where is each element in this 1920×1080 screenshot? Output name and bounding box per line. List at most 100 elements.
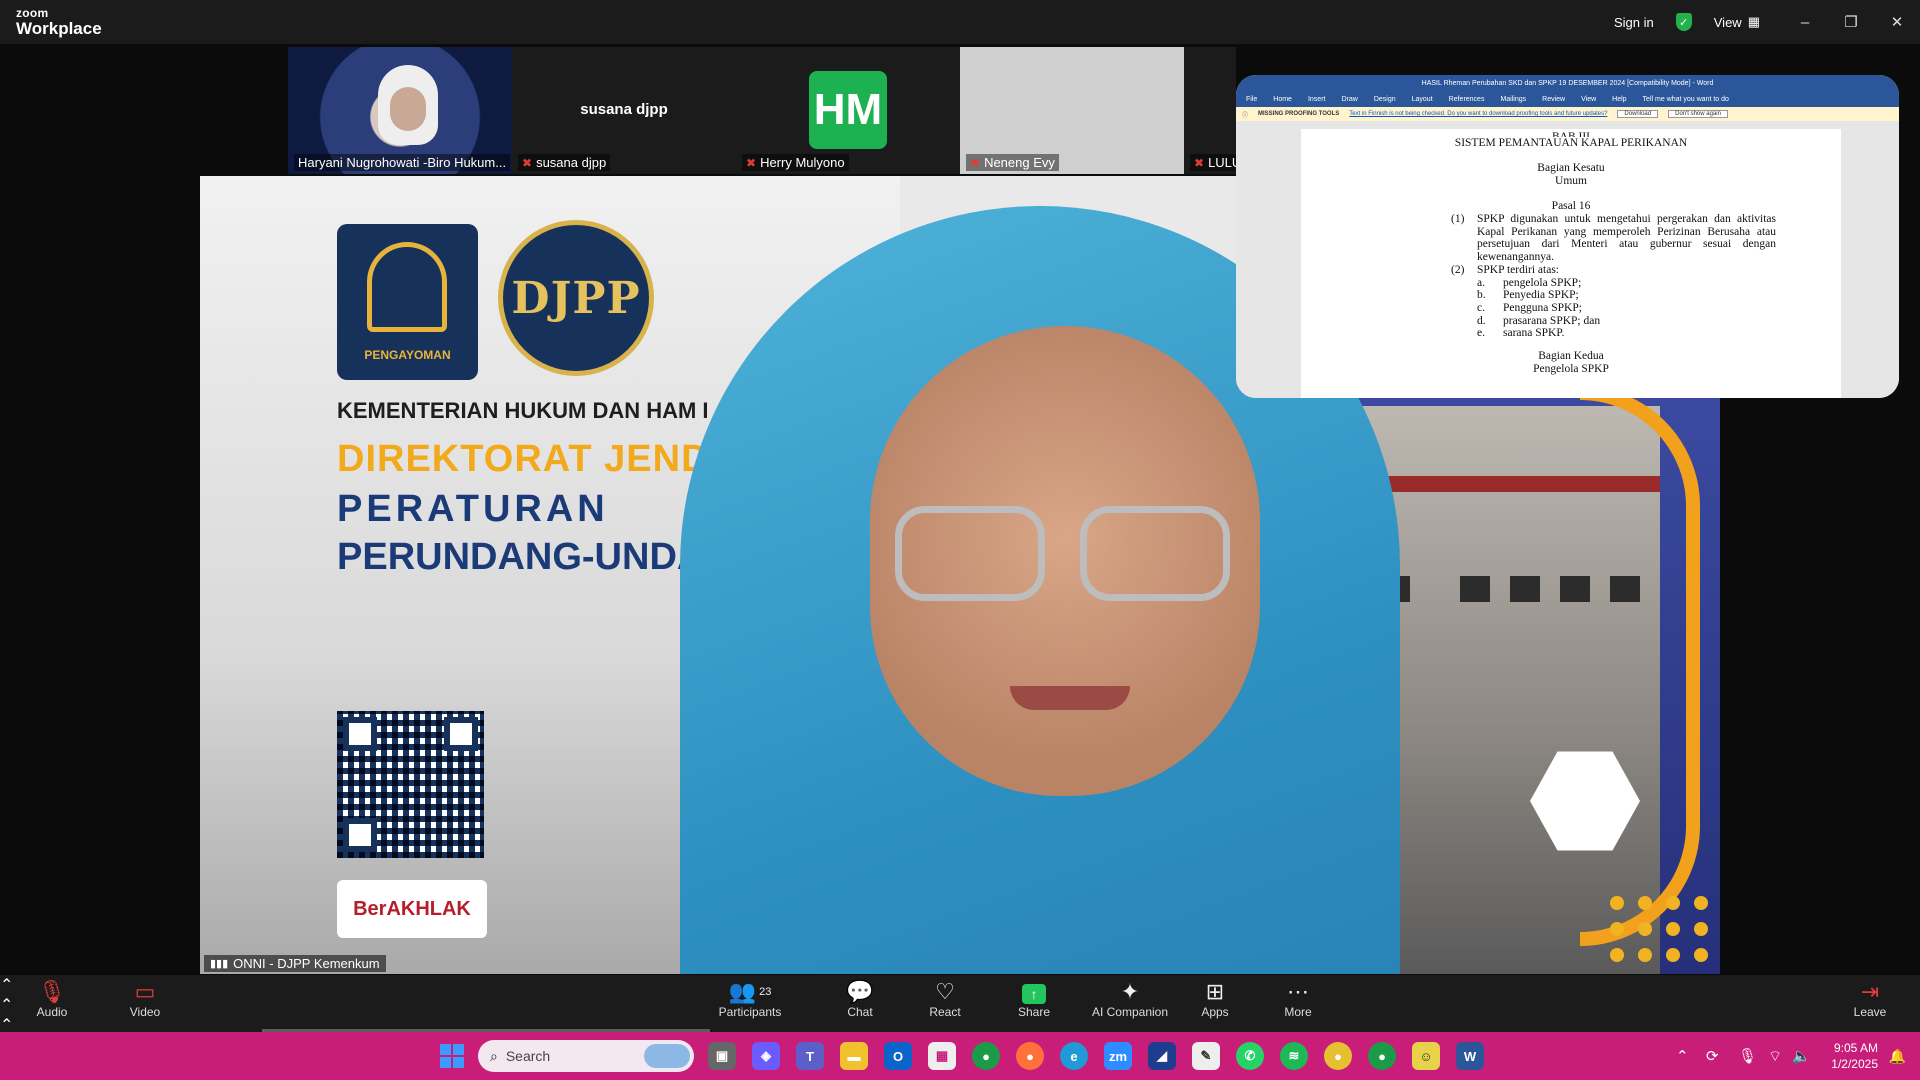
microphone-icon[interactable]: 🎙 <box>1738 1032 1757 1080</box>
chat-button[interactable]: 💬 Chat <box>820 979 900 1019</box>
list-item: e. sarana SPKP. <box>1477 327 1565 340</box>
participant-tile[interactable]: susana djpp ✖ susana djpp <box>512 47 736 174</box>
view-button[interactable]: View ▦ <box>1714 14 1760 30</box>
windows-start-icon[interactable] <box>440 1044 464 1068</box>
zoom-taskbar-icon[interactable]: zm <box>1104 1042 1132 1070</box>
notice-link[interactable]: Text in Finnish is not being checked. Do… <box>1349 111 1607 117</box>
more-button[interactable]: ⋯ More <box>1258 979 1338 1019</box>
apps-button[interactable]: ⊞ Apps <box>1175 979 1255 1019</box>
list-item: (2) SPKP terdiri atas: <box>1451 263 1559 276</box>
menu-draw[interactable]: Draw <box>1341 96 1357 103</box>
title-bar: zoom Workplace Sign in ✓ View ▦ – ❐ ✕ <box>0 0 1920 44</box>
participants-button[interactable]: 👥 23 Participants <box>710 979 790 1019</box>
menu-help[interactable]: Help <box>1612 96 1626 103</box>
search-highlight-art <box>644 1044 690 1068</box>
sync-icon[interactable]: ⟳ <box>1706 1032 1719 1080</box>
apps-icon: ⊞ <box>1205 979 1225 1004</box>
list-item: (1) SPKP digunakan untuk mengetahui perge… <box>1451 213 1776 264</box>
speaker-name: ONNI - DJPP Kemenkum <box>233 956 380 971</box>
system-clock[interactable]: 9:05 AM 1/2/2025 <box>1831 1040 1878 1072</box>
react-button[interactable]: ♡ React <box>905 979 985 1019</box>
clock-time: 9:05 AM <box>1833 1041 1878 1055</box>
grid-icon: ▦ <box>1747 14 1760 29</box>
copilot-icon[interactable]: ◈ <box>752 1042 780 1070</box>
menu-review[interactable]: Review <box>1542 96 1565 103</box>
search-icon: ⌕ <box>490 1047 498 1064</box>
leave-icon: ⇥ <box>1860 979 1880 1004</box>
menu-design[interactable]: Design <box>1374 96 1396 103</box>
word-title: HASIL Rheman Perubahan SKD dan SPKP 19 D… <box>1421 80 1714 87</box>
taskbar-search-box[interactable]: ⌕ Search <box>478 1040 694 1072</box>
mic-muted-icon: ✖ <box>1194 155 1205 170</box>
tell-me-search[interactable]: Tell me what you want to do <box>1643 96 1729 103</box>
list-item: b. Penyedia SPKP; <box>1477 289 1579 302</box>
document-page[interactable]: BAB III SISTEM PEMANTAUAN KAPAL PERIKANA… <box>1301 129 1841 398</box>
notification-bell-icon[interactable]: 🔔 <box>1889 1048 1906 1065</box>
speaker-name-label: ▮▮▮ ONNI - DJPP Kemenkum <box>204 955 386 972</box>
edge-icon[interactable]: e <box>1060 1042 1088 1070</box>
video-button[interactable]: ▭ Video <box>105 979 185 1019</box>
word-icon[interactable]: W <box>1456 1042 1484 1070</box>
participants-icon: 👥 23 <box>728 979 772 1004</box>
paint-icon[interactable]: ✎ <box>1192 1042 1220 1070</box>
section-subtitle: Umum <box>1555 175 1587 187</box>
outlook-icon[interactable]: O <box>884 1042 912 1070</box>
share-button[interactable]: ↑ Share <box>994 979 1074 1019</box>
security-shield-icon[interactable]: ✓ <box>1675 13 1692 31</box>
app-icon[interactable]: ◢ <box>1148 1042 1176 1070</box>
meeting-controls-bar: 🎙 Audio ⌃ ▭ Video ⌃ 👥 23 Participants ⌃ 💬 Cha… <box>0 975 1920 1054</box>
app-icon[interactable]: ☺ <box>1412 1042 1440 1070</box>
volume-icon[interactable]: 🔈 <box>1792 1032 1811 1080</box>
name-label: susana djpp <box>536 155 607 170</box>
menu-references[interactable]: References <box>1449 96 1485 103</box>
menu-file[interactable]: File <box>1246 96 1257 103</box>
download-button[interactable]: Download <box>1617 110 1659 118</box>
mic-muted-icon: 🎙 <box>38 979 66 1004</box>
djpp-text: DJPP <box>511 272 641 324</box>
share-icon: ↑ <box>1022 984 1046 1004</box>
teams-icon[interactable]: T <box>796 1042 824 1070</box>
participant-center-name: susana djpp <box>580 101 668 118</box>
chrome-icon[interactable]: ● <box>972 1042 1000 1070</box>
participant-tile[interactable]: HM ✖ Herry Mulyono <box>736 47 960 174</box>
app-icon[interactable]: ● <box>1324 1042 1352 1070</box>
minimize-button[interactable]: – <box>1782 0 1828 44</box>
sign-in-link[interactable]: Sign in <box>1614 15 1654 30</box>
participant-tile[interactable]: ✖ Neneng Evy <box>960 47 1184 174</box>
windows-taskbar: ⌕ Search ▣ ◈ T ▬ O ▦ ● ● e zm ◢ ✎ ✆ ≋ ● … <box>0 1032 1920 1080</box>
menu-layout[interactable]: Layout <box>1412 96 1433 103</box>
firefox-icon[interactable]: ● <box>1016 1042 1044 1070</box>
restore-button[interactable]: ❐ <box>1828 0 1874 44</box>
mic-muted-icon: ✖ <box>970 155 981 170</box>
word-document-window[interactable]: HASIL Rheman Perubahan SKD dan SPKP 19 D… <box>1236 75 1899 398</box>
chevron-up-icon[interactable]: ⌃ <box>1676 1032 1689 1080</box>
menu-insert[interactable]: Insert <box>1308 96 1326 103</box>
pengayoman-logo: PENGAYOMAN <box>337 224 478 380</box>
video-off-icon: ▭ <box>134 979 156 1004</box>
name-label: Neneng Evy <box>984 155 1055 170</box>
whatsapp-icon[interactable]: ✆ <box>1236 1042 1264 1070</box>
chrome-icon[interactable]: ● <box>1368 1042 1396 1070</box>
task-view-icon[interactable]: ▣ <box>708 1042 736 1070</box>
word-ribbon-menu: File Home Insert Draw Design Layout Refe… <box>1236 92 1899 107</box>
list-item: a. pengelola SPKP; <box>1477 276 1582 289</box>
article-title: Pasal 16 <box>1551 200 1591 212</box>
avatar: HM <box>809 71 887 149</box>
clock-date: 1/2/2025 <box>1831 1057 1878 1071</box>
wifi-icon[interactable]: ⌔ <box>1768 1032 1782 1080</box>
menu-home[interactable]: Home <box>1273 96 1292 103</box>
sparkle-icon: ✦ <box>1120 979 1140 1004</box>
store-icon[interactable]: ▦ <box>928 1042 956 1070</box>
participant-tile[interactable]: ✖LULU <box>1184 47 1236 174</box>
menu-view[interactable]: View <box>1581 96 1596 103</box>
file-explorer-icon[interactable]: ▬ <box>840 1042 868 1070</box>
spotify-icon[interactable]: ≋ <box>1280 1042 1308 1070</box>
list-item: d. prasarana SPKP; dan <box>1477 314 1601 327</box>
menu-mailings[interactable]: Mailings <box>1500 96 1526 103</box>
audio-button[interactable]: 🎙 Audio <box>12 979 92 1019</box>
dont-show-again-button[interactable]: Don't show again <box>1668 110 1728 118</box>
leave-button[interactable]: ⇥ Leave <box>1830 979 1910 1019</box>
participant-tile[interactable]: Haryani Nugrohowati -Biro Hukum... <box>288 47 512 174</box>
close-button[interactable]: ✕ <box>1874 0 1920 44</box>
ai-companion-button[interactable]: ✦ AI Companion <box>1080 979 1180 1019</box>
